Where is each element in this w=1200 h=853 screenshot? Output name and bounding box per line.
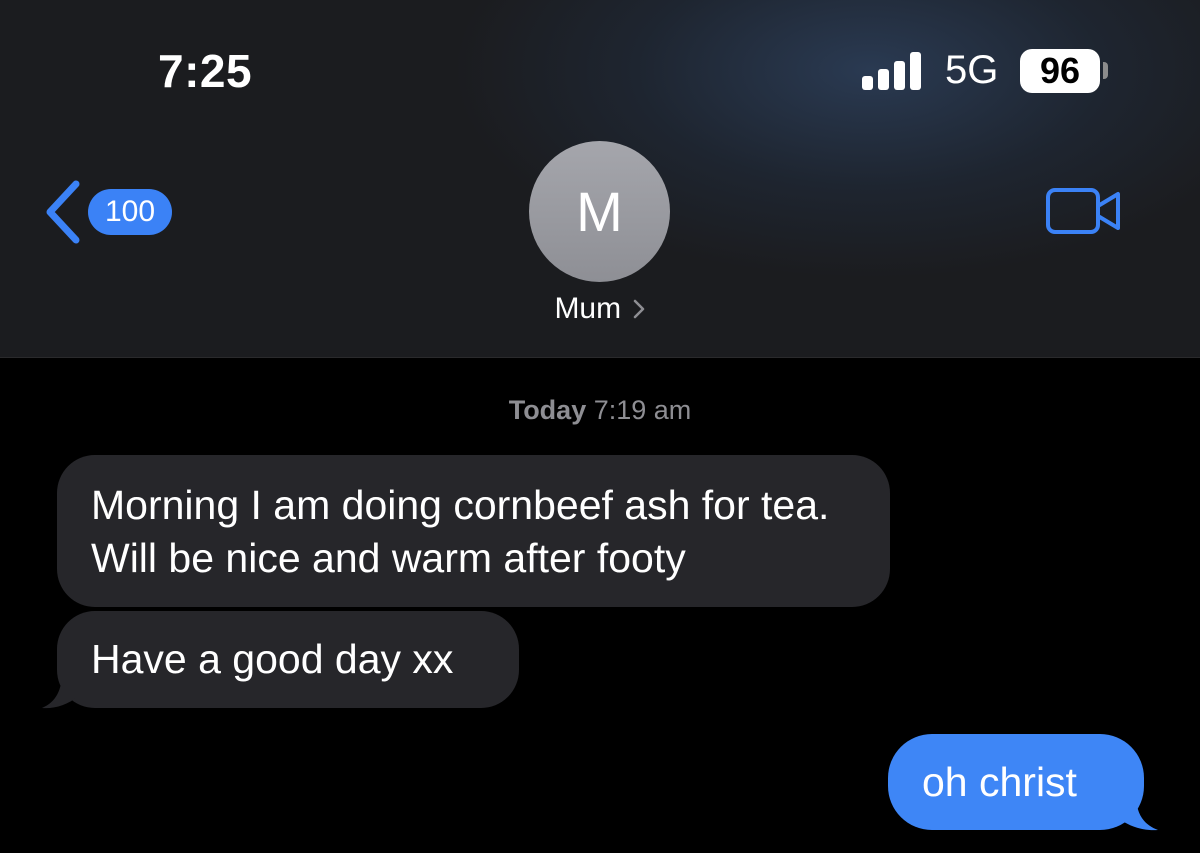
message-text: oh christ xyxy=(922,759,1077,805)
avatar[interactable]: M xyxy=(529,141,670,282)
contact-name-button[interactable]: Mum xyxy=(0,292,1200,326)
battery-level: 96 xyxy=(1039,50,1081,91)
message-timestamp: Today 7:19 am xyxy=(0,395,1200,426)
signal-bars-icon xyxy=(862,52,924,90)
video-camera-icon[interactable] xyxy=(1045,186,1123,236)
battery-icon: 96 xyxy=(1020,49,1100,93)
conversation-header: 7:25 5G 96 100 M Mum xyxy=(0,0,1200,358)
outgoing-message-bubble[interactable]: oh christ xyxy=(888,734,1144,830)
outgoing-bubble-tail xyxy=(1118,794,1158,831)
status-time: 7:25 xyxy=(158,45,253,97)
battery-nub xyxy=(1103,62,1108,79)
back-button[interactable]: 100 xyxy=(42,180,182,244)
message-text: Morning I am doing cornbeef ash for tea.… xyxy=(91,482,830,581)
chevron-right-icon xyxy=(633,299,644,319)
timestamp-time: 7:19 am xyxy=(593,395,692,425)
timestamp-day: Today xyxy=(508,395,587,425)
incoming-bubble-tail xyxy=(42,672,78,709)
incoming-message-bubble[interactable]: Morning I am doing cornbeef ash for tea.… xyxy=(57,455,890,607)
unread-count-badge: 100 xyxy=(88,189,172,235)
incoming-message-bubble[interactable]: Have a good day xx xyxy=(57,611,519,708)
contact-name: Mum xyxy=(554,292,622,325)
network-type: 5G xyxy=(945,48,999,92)
chevron-left-icon xyxy=(46,180,80,244)
message-text: Have a good day xx xyxy=(91,636,454,682)
